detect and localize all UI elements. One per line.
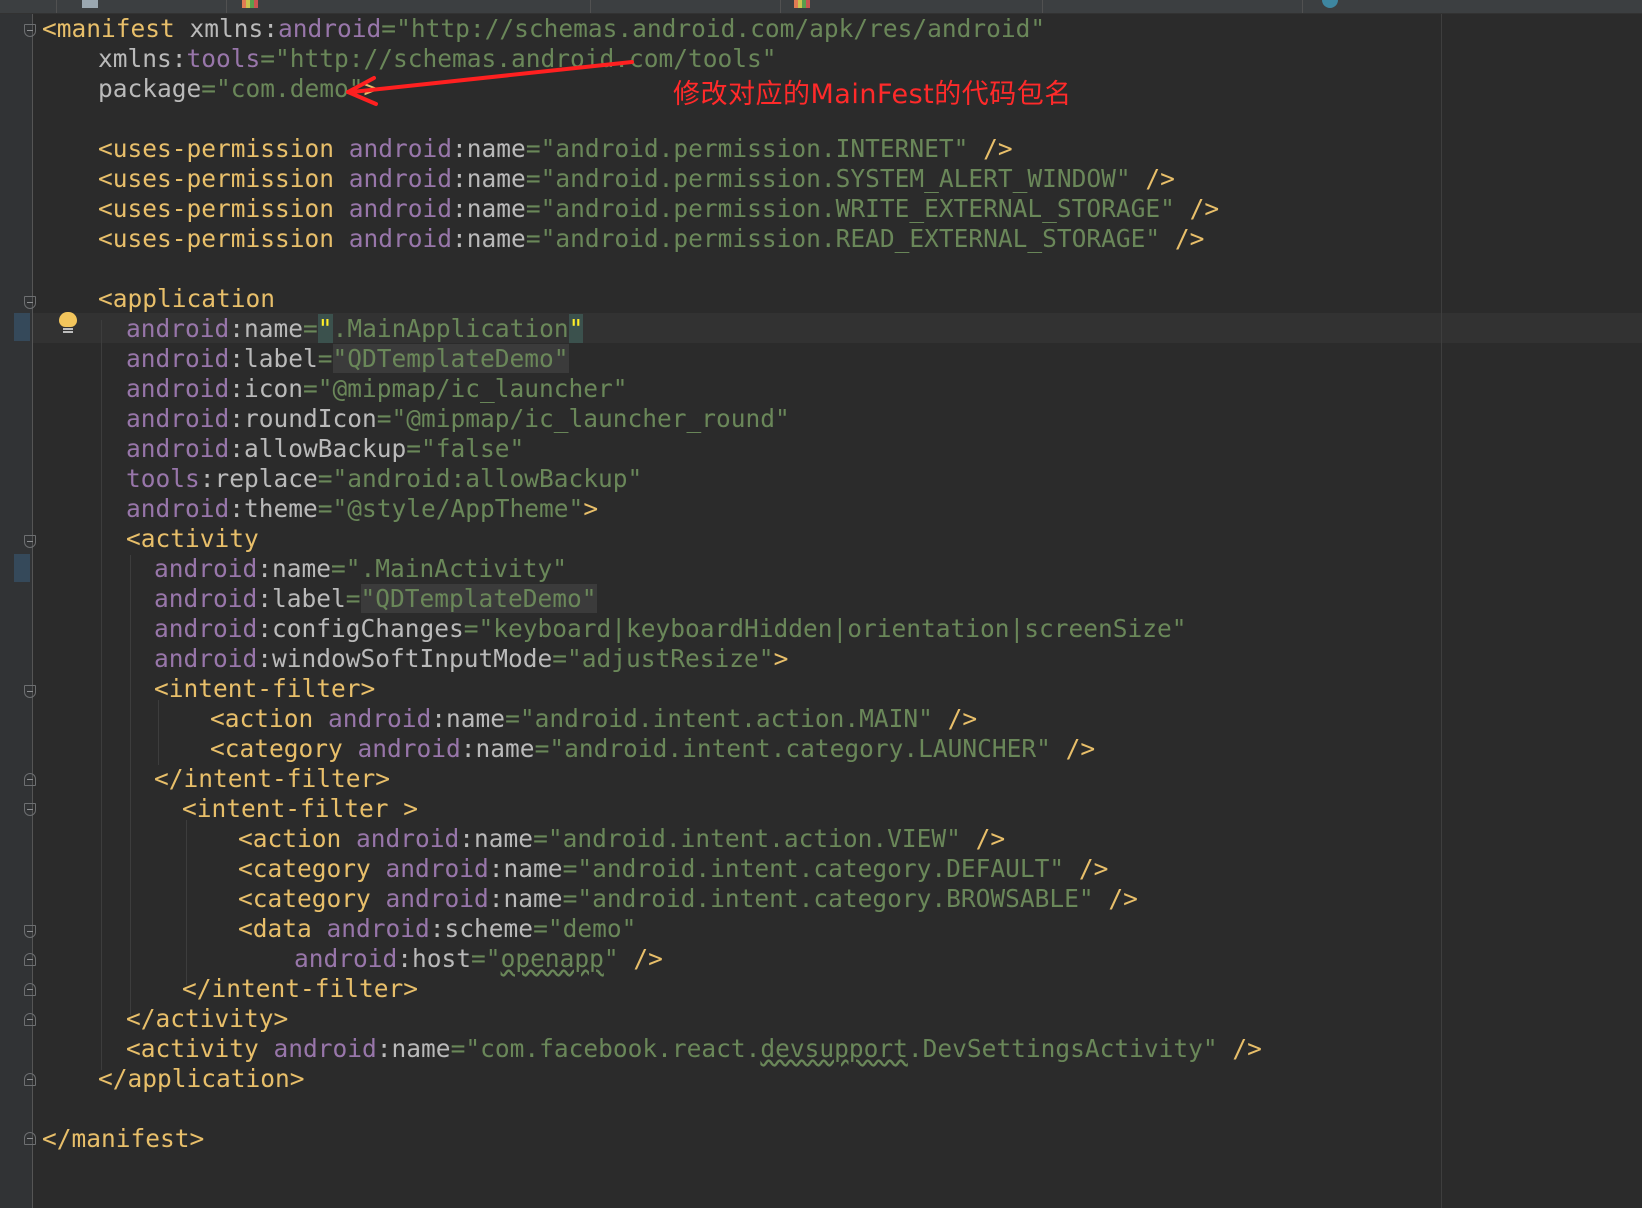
code-line: <category android:name="android.intent.c… bbox=[238, 854, 1109, 883]
change-marker[interactable] bbox=[14, 313, 30, 341]
code-line: tools:replace="android:allowBackup" bbox=[126, 464, 643, 493]
fold-marker-icon[interactable] bbox=[24, 1013, 36, 1026]
code-line: <manifest xmlns:android="http://schemas.… bbox=[42, 14, 1046, 43]
code-line: <intent-filter > bbox=[182, 794, 419, 823]
code-line: android:icon="@mipmap/ic_launcher" bbox=[126, 374, 628, 403]
code-line: <category android:name="android.intent.c… bbox=[210, 734, 1096, 763]
indent-guide bbox=[186, 820, 187, 985]
code-line: android:allowBackup="false" bbox=[126, 434, 525, 463]
code-line: android:windowSoftInputMode="adjustResiz… bbox=[154, 644, 789, 673]
code-line: android:roundIcon="@mipmap/ic_launcher_r… bbox=[126, 404, 790, 433]
globe-icon bbox=[1322, 0, 1338, 8]
fold-marker-icon[interactable] bbox=[24, 983, 36, 996]
editor-tab[interactable] bbox=[226, 0, 591, 13]
annotation-arrow-icon bbox=[346, 60, 634, 106]
editor-tab-bar bbox=[0, 0, 1642, 14]
fold-marker-icon[interactable] bbox=[24, 296, 36, 309]
fold-marker-icon[interactable] bbox=[24, 1132, 36, 1145]
indent-guide bbox=[101, 320, 102, 1070]
code-line: android:label="QDTemplateDemo" bbox=[154, 584, 597, 613]
code-line: android:configChanges="keyboard|keyboard… bbox=[154, 614, 1187, 643]
code-line: android:host="openapp" /> bbox=[294, 944, 663, 973]
fold-marker-icon[interactable] bbox=[24, 773, 36, 786]
code-line: <action android:name="android.intent.act… bbox=[238, 824, 1006, 853]
fold-marker-icon[interactable] bbox=[24, 953, 36, 966]
code-line: <uses-permission android:name="android.p… bbox=[98, 224, 1205, 253]
code-line: package="com.demo"> bbox=[98, 74, 378, 103]
editor-tab[interactable] bbox=[780, 0, 1043, 13]
code-line: <application bbox=[98, 284, 276, 313]
editor-tab[interactable] bbox=[1042, 0, 1303, 13]
editor-tab[interactable] bbox=[56, 0, 227, 13]
indent-guide bbox=[158, 700, 159, 765]
file-icon bbox=[82, 0, 98, 8]
code-line: android:label="QDTemplateDemo" bbox=[126, 344, 569, 373]
annotation-label: 修改对应的MainFest的代码包名 bbox=[673, 79, 1072, 110]
editor-tab[interactable] bbox=[0, 0, 57, 13]
gradle-chart-icon bbox=[242, 0, 258, 8]
code-line: <activity android:name="com.facebook.rea… bbox=[126, 1034, 1262, 1063]
code-line: </intent-filter> bbox=[182, 974, 419, 1003]
code-line: <intent-filter> bbox=[154, 674, 376, 703]
editor-tab[interactable] bbox=[1302, 0, 1642, 13]
code-line: <uses-permission android:name="android.p… bbox=[98, 164, 1175, 193]
change-marker[interactable] bbox=[14, 554, 30, 582]
fold-marker-icon[interactable] bbox=[24, 685, 36, 698]
code-line: android:theme="@style/AppTheme"> bbox=[126, 494, 599, 523]
code-line: <activity bbox=[126, 524, 259, 553]
fold-marker-icon[interactable] bbox=[24, 535, 36, 548]
code-line: <uses-permission android:name="android.p… bbox=[98, 134, 1013, 163]
code-line: </manifest> bbox=[42, 1124, 205, 1153]
right-margin-guide bbox=[1441, 14, 1442, 1208]
code-line: </activity> bbox=[126, 1004, 289, 1033]
fold-marker-icon[interactable] bbox=[24, 1073, 36, 1086]
fold-marker-icon[interactable] bbox=[24, 925, 36, 938]
code-line: </intent-filter> bbox=[154, 764, 391, 793]
fold-marker-icon[interactable] bbox=[24, 24, 36, 37]
code-line: <action android:name="android.intent.act… bbox=[210, 704, 978, 733]
editor-tab[interactable] bbox=[590, 0, 781, 13]
lightbulb-icon[interactable] bbox=[59, 312, 77, 332]
code-line: android:name=".MainActivity" bbox=[154, 554, 568, 583]
code-line: <data android:scheme="demo" bbox=[238, 914, 637, 943]
code-line: android:name=".MainApplication" bbox=[126, 314, 584, 343]
code-line: <uses-permission android:name="android.p… bbox=[98, 194, 1220, 223]
code-line: </application> bbox=[98, 1064, 305, 1093]
indent-guide bbox=[130, 555, 131, 1015]
code-line: <category android:name="android.intent.c… bbox=[238, 884, 1138, 913]
gradle-chart-icon bbox=[794, 0, 810, 8]
editor-gutter[interactable] bbox=[0, 14, 33, 1208]
fold-marker-icon[interactable] bbox=[24, 803, 36, 816]
